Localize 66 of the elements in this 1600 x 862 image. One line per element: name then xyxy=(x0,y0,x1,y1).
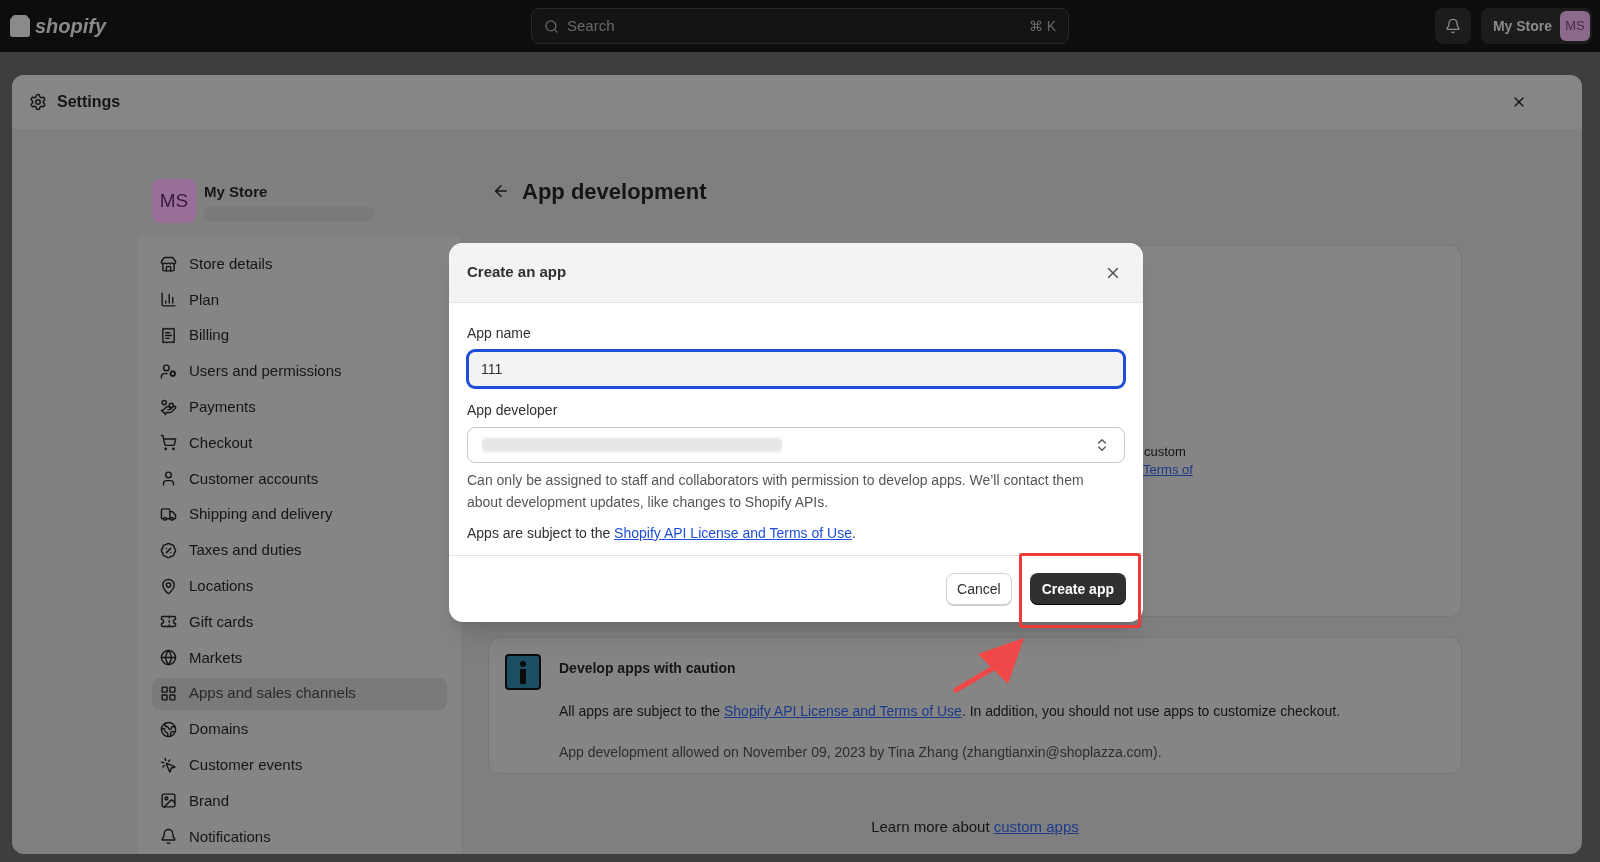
sidebar-item[interactable]: Apps and sales channels xyxy=(152,677,447,710)
page-title: App development xyxy=(522,177,707,206)
license-link[interactable]: Shopify API License and Terms of Use xyxy=(614,525,852,541)
field-label: App developer xyxy=(467,401,559,420)
sidebar-item[interactable]: Customer accounts xyxy=(152,462,447,495)
sidebar-item[interactable]: Brand xyxy=(152,784,447,817)
sidebar-item[interactable]: Payments xyxy=(152,391,447,424)
sidebar-item[interactable]: Markets xyxy=(152,641,447,674)
truck-icon xyxy=(160,506,177,524)
license-link[interactable]: Shopify API License and Terms of Use xyxy=(724,703,962,719)
search-placeholder: Search xyxy=(567,15,616,36)
app-name-field[interactable]: 111 xyxy=(467,350,1125,388)
field-value: 111 xyxy=(481,359,503,379)
cart-icon xyxy=(160,434,177,452)
search-field[interactable]: Search ⌘ K xyxy=(531,8,1069,44)
field-label: App name xyxy=(467,324,532,343)
window-title: Settings xyxy=(57,92,122,112)
sidebar-item[interactable]: Notifications xyxy=(152,820,447,853)
custom-apps-link[interactable]: custom apps xyxy=(993,818,1079,835)
sidebar-item[interactable]: Store details xyxy=(152,248,447,280)
terms-link[interactable]: Terms of xyxy=(1143,460,1193,480)
sidebar-item[interactable]: Gift cards xyxy=(152,605,447,638)
hand-coins-icon xyxy=(160,398,177,416)
sidebar-item[interactable]: Users and permissions xyxy=(152,355,447,388)
caution-text: All apps are subject to the Shopify API License and Terms of Use. In addition, you should not use apps to customize checkout. xyxy=(559,702,1341,721)
image-icon xyxy=(160,792,177,810)
sidebar-item[interactable]: Locations xyxy=(152,570,447,603)
learn-more-text: Learn more about custom apps xyxy=(870,817,1080,837)
sidebar-item[interactable]: Billing xyxy=(152,319,447,352)
info-icon xyxy=(505,654,541,690)
pin-icon xyxy=(160,577,177,595)
sidebar-item[interactable]: Checkout xyxy=(152,427,447,459)
grid-icon xyxy=(160,685,177,703)
terms-text: Apps are subject to the Shopify API License and Terms of Use. xyxy=(467,524,857,543)
receipt-icon xyxy=(160,327,177,345)
store-name: My Store xyxy=(204,181,269,202)
store-icon xyxy=(160,255,177,273)
caution-title: Develop apps with caution xyxy=(559,659,737,678)
pointer-click-icon xyxy=(160,756,177,774)
sidebar-item[interactable]: Plan xyxy=(152,283,447,316)
caution-note: App development allowed on November 09, 2023 by Tina Zhang (zhangtianxin@shoplazza.com). xyxy=(559,743,1163,762)
bell-icon xyxy=(1444,18,1461,34)
user-gear-icon xyxy=(160,362,177,380)
cancel-button[interactable]: Cancel xyxy=(946,573,1012,605)
store-menu-button[interactable]: My Store MS xyxy=(1480,8,1592,44)
create-app-button[interactable]: Create app xyxy=(1029,573,1126,605)
search-icon xyxy=(544,18,559,34)
avatar: MS xyxy=(1560,11,1590,41)
globe-icon xyxy=(160,720,177,738)
globe-icon xyxy=(160,649,177,667)
store-avatar: MS xyxy=(152,179,196,223)
card-text: custom xyxy=(1144,443,1186,461)
percent-badge-icon xyxy=(160,541,177,559)
sidebar-item[interactable]: Customer events xyxy=(152,749,447,782)
bell-icon xyxy=(160,828,177,846)
sidebar-item[interactable]: Domains xyxy=(152,713,447,746)
chart-icon xyxy=(160,291,177,309)
sidebar-item[interactable]: Shipping and delivery xyxy=(152,498,447,531)
sidebar-item[interactable]: Taxes and duties xyxy=(152,534,447,567)
logo[interactable]: shopify xyxy=(35,11,107,41)
notifications-button[interactable] xyxy=(1434,8,1471,44)
help-text: Can only be assigned to staff and collaborators with permission to develop apps. We’ll contact them about development updates, like changes to Shopify APIs. xyxy=(467,471,1085,512)
shortcut-hint: ⌘ K xyxy=(1028,16,1056,36)
dialog-title: Create an app xyxy=(467,262,567,283)
settings-icon xyxy=(29,93,47,111)
person-icon xyxy=(160,470,177,488)
